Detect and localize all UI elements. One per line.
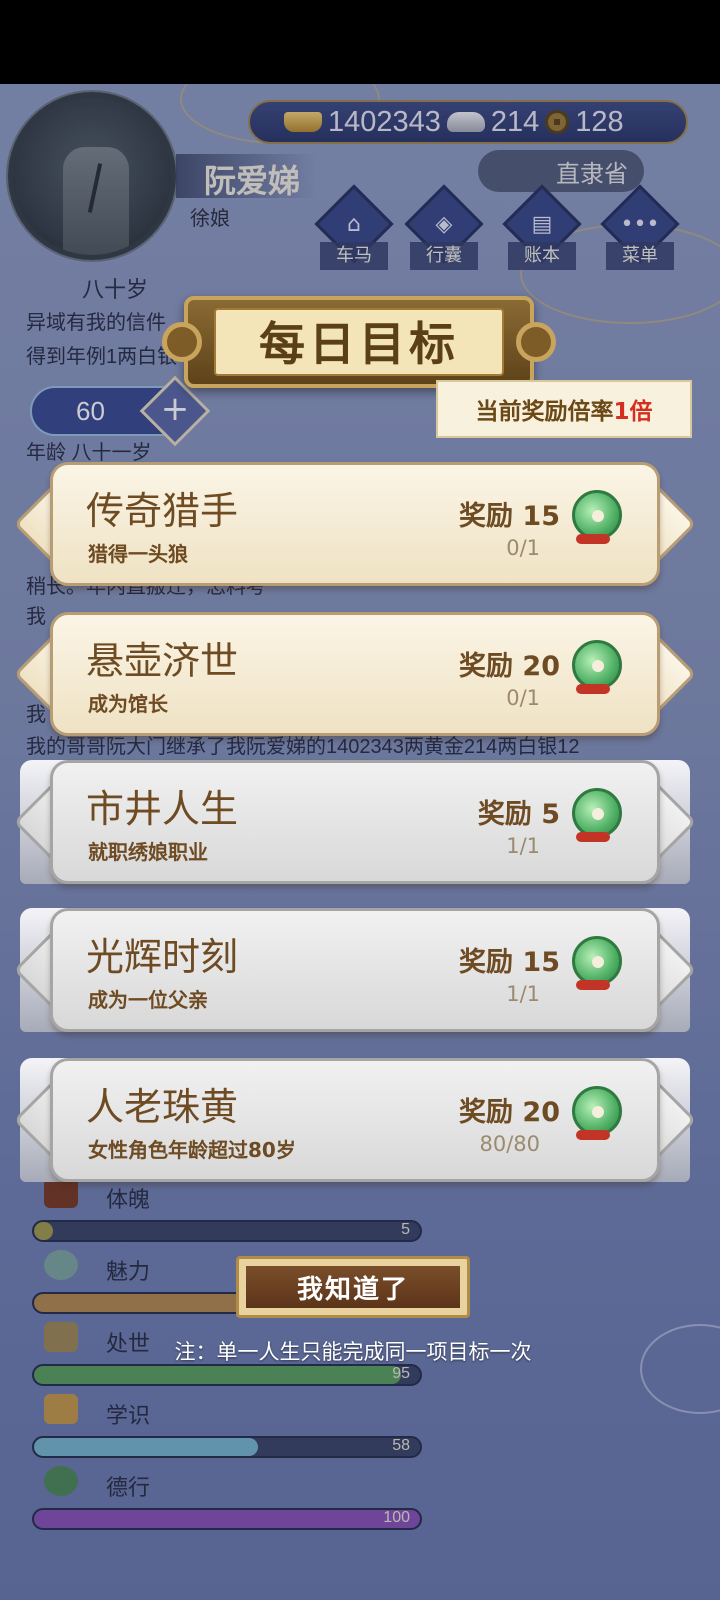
dialog-title: 每日目标 (259, 317, 459, 371)
jade-pendant-icon (572, 490, 622, 540)
game-screen: 1402343 214 128 阮爱娣 徐娘 直隶省 ⌂ 车马 ◈ 行囊 ▤ 账… (0, 84, 720, 1600)
tassel-icon (576, 534, 610, 544)
confirm-button[interactable]: 我知道了 (236, 1256, 470, 1318)
status-bar (0, 0, 720, 84)
goal-progress: 0/1 (506, 536, 540, 560)
goal-title: 传奇猎手 (86, 489, 239, 533)
goal-progress: 1/1 (506, 982, 540, 1006)
goal-reward: 奖励 15 (459, 501, 560, 532)
goal-progress: 0/1 (506, 686, 540, 710)
goal-desc: 女性角色年龄超过80岁 (88, 1138, 296, 1162)
goal-desc: 猎得一头狼 (88, 542, 188, 566)
goal-desc: 成为馆长 (88, 692, 168, 716)
jade-pendant-icon (572, 640, 622, 690)
goal-title: 人老珠黄 (86, 1085, 239, 1129)
dialog-note: 注：单一人生只能完成同一项目标一次 (174, 1340, 532, 1364)
confirm-label: 我知道了 (246, 1266, 460, 1308)
goal-card: 人老珠黄 女性角色年龄超过80岁 奖励 20 80/80 (13, 1058, 697, 1182)
goal-desc: 就职绣娘职业 (88, 840, 208, 864)
goal-reward: 奖励 20 (459, 651, 560, 682)
goal-card: 悬壶济世 成为馆长 奖励 20 0/1 (13, 612, 697, 736)
goal-title: 光辉时刻 (86, 935, 239, 979)
goal-card: 传奇猎手 猎得一头狼 奖励 15 0/1 (13, 462, 697, 586)
goal-progress: 1/1 (506, 834, 540, 858)
multiplier-value: 1倍 (613, 399, 653, 425)
jade-pendant-icon (572, 936, 622, 986)
tassel-icon (576, 980, 610, 990)
goal-reward: 奖励 15 (459, 947, 560, 978)
goal-progress: 80/80 (479, 1132, 540, 1156)
tassel-icon (576, 1130, 610, 1140)
dialog-title-plaque: 每日目标 (162, 296, 556, 388)
tassel-icon (576, 832, 610, 842)
tassel-icon (576, 684, 610, 694)
goal-card: 光辉时刻 成为一位父亲 奖励 15 1/1 (13, 908, 697, 1032)
jade-pendant-icon (572, 788, 622, 838)
multiplier-label: 当前奖励倍率 (475, 399, 614, 425)
goal-desc: 成为一位父亲 (88, 988, 208, 1012)
goal-title: 悬壶济世 (86, 639, 239, 683)
reward-multiplier: 当前奖励倍率 1倍 (436, 380, 692, 438)
goal-title: 市井人生 (86, 787, 239, 831)
goal-reward: 奖励 20 (459, 1097, 560, 1128)
goal-reward: 奖励 5 (477, 799, 560, 830)
jade-pendant-icon (572, 1086, 622, 1136)
goal-card: 市井人生 就职绣娘职业 奖励 5 1/1 (13, 760, 697, 884)
